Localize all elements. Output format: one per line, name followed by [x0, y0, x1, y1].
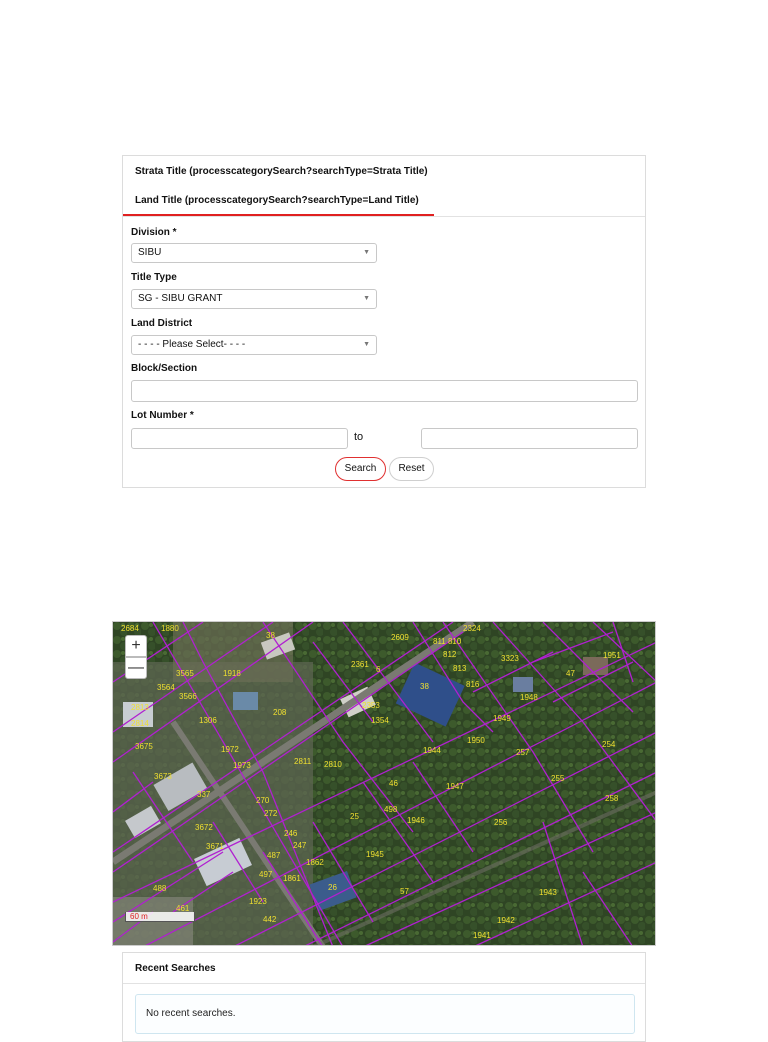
- lot-label: 1947: [446, 782, 464, 791]
- chevron-down-icon: ▼: [363, 249, 370, 256]
- zoom-in-button[interactable]: +: [125, 635, 147, 657]
- lot-label: 257: [516, 748, 530, 757]
- land-district-value: - - - - Please Select- - - -: [138, 339, 246, 350]
- lot-label: 26: [328, 883, 337, 892]
- lot-label: 255: [551, 774, 565, 783]
- lot-label: 2609: [391, 633, 409, 642]
- land-search-card: Strata Title (processcategorySearch?sear…: [122, 155, 646, 488]
- lot-label: 1306: [199, 716, 217, 725]
- recent-divider: [123, 983, 645, 984]
- lot-label: 811 810: [433, 637, 462, 646]
- lot-label: 3565: [176, 669, 194, 678]
- division-value: SIBU: [138, 247, 162, 258]
- lot-label: 38: [266, 631, 275, 640]
- lot-label: 2810: [324, 760, 342, 769]
- lot-label: 208: [273, 708, 287, 717]
- recent-searches-box: No recent searches.: [135, 994, 635, 1034]
- lot-number-label: Lot Number *: [131, 410, 194, 421]
- lot-range-to-label: to: [354, 431, 364, 443]
- tab-divider: [123, 216, 645, 217]
- lot-label: 2813: [131, 703, 149, 712]
- tab-strata-title[interactable]: Strata Title (processcategorySearch?sear…: [135, 166, 428, 177]
- lot-label: 1973: [233, 761, 251, 770]
- lot-label: 1923: [249, 897, 267, 906]
- title-type-value: SG - SIBU GRANT: [138, 293, 223, 304]
- lot-label: 1861: [283, 874, 301, 883]
- lot-label: 25: [350, 812, 359, 821]
- lot-label: 1943: [539, 888, 557, 897]
- lot-label: 3323: [501, 654, 519, 663]
- lot-label: 2361: [351, 660, 369, 669]
- lot-label: 2814: [131, 719, 149, 728]
- lot-label: 812: [443, 650, 457, 659]
- tab-land-title[interactable]: Land Title (processcategorySearch?search…: [135, 195, 419, 206]
- lot-label: 816: [466, 680, 480, 689]
- lot-label: 1942: [497, 916, 515, 925]
- lot-label: 488: [153, 884, 167, 893]
- lot-label: 3672: [195, 823, 213, 832]
- lot-label: 270: [256, 796, 270, 805]
- lot-label: 1862: [306, 858, 324, 867]
- zoom-out-button[interactable]: —: [125, 657, 147, 679]
- reset-button[interactable]: Reset: [389, 457, 434, 481]
- lot-label: 3566: [179, 692, 197, 701]
- lot-label: 1950: [467, 736, 485, 745]
- lot-label: 813: [453, 664, 467, 673]
- lot-label: 272: [264, 809, 278, 818]
- lot-label: 2353: [362, 701, 380, 710]
- lot-label: 1948: [520, 693, 538, 702]
- lot-label: 1972: [221, 745, 239, 754]
- chevron-down-icon: ▼: [363, 341, 370, 348]
- lot-label: 38: [420, 682, 429, 691]
- search-button[interactable]: Search: [335, 457, 386, 481]
- lot-label: 247: [293, 841, 307, 850]
- lot-label: 57: [400, 887, 409, 896]
- lot-label: 256: [494, 818, 508, 827]
- lot-label: 1949: [493, 714, 511, 723]
- lot-label: 1945: [366, 850, 384, 859]
- division-label: Division *: [131, 227, 177, 238]
- lot-label: 3564: [157, 683, 175, 692]
- lot-label: 46: [389, 779, 398, 788]
- map-scale-bar: 60 m: [125, 912, 195, 922]
- lot-label: 2811: [294, 757, 312, 766]
- lot-label: 1918: [223, 669, 241, 678]
- title-type-select[interactable]: SG - SIBU GRANT ▼: [131, 289, 377, 309]
- recent-searches-title: Recent Searches: [135, 963, 216, 974]
- land-district-label: Land District: [131, 318, 193, 329]
- lot-label: 1944: [423, 746, 441, 755]
- lot-label: 2324: [463, 624, 481, 633]
- lot-label: 1880: [161, 624, 179, 633]
- lot-label: 3671: [206, 842, 224, 851]
- recent-searches-panel: Recent Searches No recent searches.: [122, 952, 646, 1042]
- lot-label: 246: [284, 829, 298, 838]
- division-select[interactable]: SIBU ▼: [131, 243, 377, 263]
- lot-label: 47: [566, 669, 575, 678]
- lot-label: 498: [384, 805, 398, 814]
- lot-label: 1946: [407, 816, 425, 825]
- lot-label: 487: [267, 851, 281, 860]
- recent-searches-empty: No recent searches.: [146, 1008, 236, 1019]
- lot-label: 442: [263, 915, 277, 924]
- lot-label: 1354: [371, 716, 389, 725]
- block-section-input[interactable]: [131, 380, 638, 402]
- lot-label: 1941: [473, 931, 491, 940]
- block-section-label: Block/Section: [131, 363, 198, 374]
- lot-label: 1951: [603, 651, 621, 660]
- chevron-down-icon: ▼: [363, 295, 370, 302]
- lot-number-from-input[interactable]: [131, 428, 348, 449]
- lot-label: 6: [376, 665, 381, 674]
- title-type-label: Title Type: [131, 272, 177, 283]
- lot-label: 2684: [121, 624, 139, 633]
- lot-label: 3675: [135, 742, 153, 751]
- lot-label: 337: [197, 790, 211, 799]
- lot-label: 3673: [154, 772, 172, 781]
- lot-label: 254: [602, 740, 616, 749]
- cadastral-map[interactable]: + — 2684 1880 38 2609 811 810 812 813 23…: [112, 621, 656, 946]
- lot-number-to-input[interactable]: [421, 428, 638, 449]
- land-district-select[interactable]: - - - - Please Select- - - - ▼: [131, 335, 377, 355]
- lot-label: 497: [259, 870, 273, 879]
- lot-label: 258: [605, 794, 619, 803]
